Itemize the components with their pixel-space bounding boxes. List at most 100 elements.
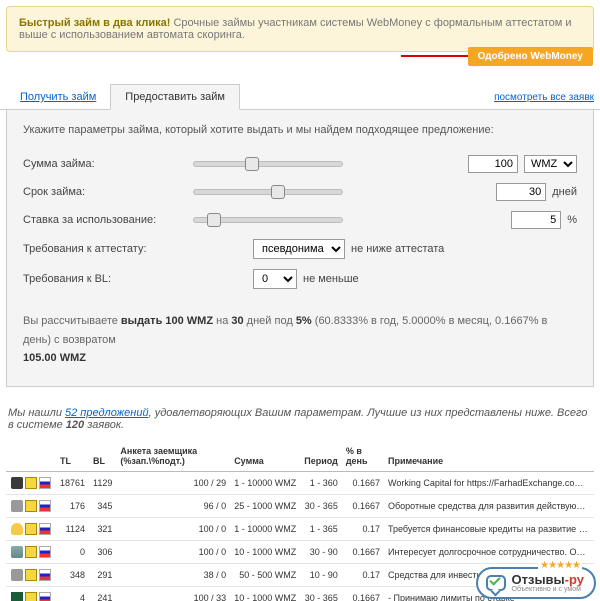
view-all-link[interactable]: посмотреть все заявк [494, 92, 594, 103]
tab-bar: Получить займ Предоставить займ посмотре… [0, 58, 600, 110]
results-summary: Мы нашли 52 предложений, удовлетворяющих… [8, 407, 592, 431]
avatar-icon [11, 569, 23, 581]
stars-icon: ★★★★★ [538, 560, 582, 571]
term-unit: дней [552, 186, 577, 198]
cell-tl: 348 [56, 564, 89, 587]
cell-period: 30 - 90 [300, 541, 342, 564]
th-tl[interactable]: TL [56, 441, 89, 472]
amount-slider[interactable] [193, 158, 343, 170]
wm-icon [25, 477, 37, 489]
offers-count-link[interactable]: 52 предложений [65, 407, 149, 419]
cell-pct: 0.1667 [342, 472, 384, 495]
cell-period: 1 - 365 [300, 518, 342, 541]
flag-icon [39, 592, 51, 601]
cell-note: Working Capital for https://FarhadExchan… [384, 472, 594, 495]
cell-sum: 25 - 1000 WMZ [230, 495, 300, 518]
th-note[interactable]: Примечание [384, 441, 594, 472]
cell-tl: 0 [56, 541, 89, 564]
wm-icon [25, 523, 37, 535]
th-bl[interactable]: BL [89, 441, 116, 472]
cell-tl: 18761 [56, 472, 89, 495]
cell-tl: 1124 [56, 518, 89, 541]
row-amount: Сумма займа: WMZ [23, 150, 577, 178]
promo-banner: Быстрый займ в два клика! Срочные займы … [6, 6, 594, 52]
cell-pct: 0.17 [342, 518, 384, 541]
row-bl: Требования к BL: 0 не меньше [23, 264, 577, 294]
wm-icon [25, 546, 37, 558]
cell-sum: 10 - 1000 WMZ [230, 587, 300, 601]
calculation-summary: Вы рассчитываете выдать 100 WMZ на 30 дн… [23, 312, 577, 368]
rate-unit: % [567, 214, 577, 226]
term-label: Срок займа: [23, 186, 193, 198]
th-icons [6, 441, 56, 472]
cell-bl: 291 [89, 564, 116, 587]
cell-bl: 1129 [89, 472, 116, 495]
wm-icon [25, 500, 37, 512]
cell-pct: 0.1667 [342, 587, 384, 601]
cell-period: 10 - 90 [300, 564, 342, 587]
term-slider[interactable] [193, 186, 343, 198]
rate-input[interactable] [511, 211, 561, 229]
cell-sum: 50 - 500 WMZ [230, 564, 300, 587]
cell-bl: 345 [89, 495, 116, 518]
cell-profile: 100 / 0 [116, 518, 230, 541]
cell-profile: 38 / 0 [116, 564, 230, 587]
bl-label: Требования к BL: [23, 273, 193, 285]
flag-icon [39, 569, 51, 581]
cell-pct: 0.1667 [342, 541, 384, 564]
panel-lead: Укажите параметры займа, который хотите … [23, 124, 577, 136]
rate-slider[interactable] [193, 214, 343, 226]
cell-period: 30 - 365 [300, 587, 342, 601]
cell-note: Требуется финансовые кредиты на развитие… [384, 518, 594, 541]
table-row[interactable]: 17634596 / 025 - 1000 WMZ30 - 3650.1667О… [6, 495, 594, 518]
avatar-icon [11, 523, 23, 535]
cell-period: 1 - 360 [300, 472, 342, 495]
th-pct[interactable]: % в день [342, 441, 384, 472]
cell-profile: 100 / 33 [116, 587, 230, 601]
row-attestat: Требования к аттестату: псевдонима не ни… [23, 234, 577, 264]
amount-label: Сумма займа: [23, 158, 193, 170]
cell-profile: 100 / 0 [116, 541, 230, 564]
th-period[interactable]: Период [300, 441, 342, 472]
flag-icon [39, 477, 51, 489]
table-row[interactable]: 1124321100 / 01 - 10000 WMZ1 - 3650.17Тр… [6, 518, 594, 541]
bl-select[interactable]: 0 [253, 269, 297, 289]
avatar-icon [11, 592, 23, 601]
cell-tl: 4 [56, 587, 89, 601]
cell-profile: 96 / 0 [116, 495, 230, 518]
cell-bl: 321 [89, 518, 116, 541]
tab-get-loan[interactable]: Получить займ [6, 85, 110, 109]
flag-icon [39, 546, 51, 558]
cell-sum: 1 - 10000 WMZ [230, 472, 300, 495]
amount-input[interactable] [468, 155, 518, 173]
att-label: Требования к аттестату: [23, 243, 193, 255]
flag-icon [39, 500, 51, 512]
flag-icon [39, 523, 51, 535]
cell-tl: 176 [56, 495, 89, 518]
cell-note: Оборотные средства для развития действую… [384, 495, 594, 518]
term-input[interactable] [496, 183, 546, 201]
tab-give-loan[interactable]: Предоставить займ [110, 84, 240, 110]
avatar-icon [11, 546, 23, 558]
wm-icon [25, 592, 37, 601]
table-row[interactable]: 187611129100 / 291 - 10000 WMZ1 - 3600.1… [6, 472, 594, 495]
row-term: Срок займа: дней [23, 178, 577, 206]
th-profile[interactable]: Анкета заемщика (%зап.\%подт.) [116, 441, 230, 472]
row-rate: Ставка за использование: % [23, 206, 577, 234]
currency-select[interactable]: WMZ [524, 155, 577, 173]
wm-icon [25, 569, 37, 581]
cell-pct: 0.17 [342, 564, 384, 587]
otzyvy-badge[interactable]: ★★★★★ Отзывы-ру Объективно и с умом [476, 567, 596, 599]
attestat-select[interactable]: псевдонима [253, 239, 345, 259]
cell-profile: 100 / 29 [116, 472, 230, 495]
att-suffix: не ниже аттестата [351, 243, 444, 255]
cell-sum: 10 - 1000 WMZ [230, 541, 300, 564]
table-row[interactable]: 0306100 / 010 - 1000 WMZ30 - 900.1667Инт… [6, 541, 594, 564]
bl-suffix: не меньше [303, 273, 359, 285]
cell-bl: 306 [89, 541, 116, 564]
cell-sum: 1 - 10000 WMZ [230, 518, 300, 541]
cell-bl: 241 [89, 587, 116, 601]
params-panel: Укажите параметры займа, который хотите … [6, 110, 594, 387]
banner-title: Быстрый займ в два клика! [19, 17, 170, 29]
th-sum[interactable]: Сумма [230, 441, 300, 472]
